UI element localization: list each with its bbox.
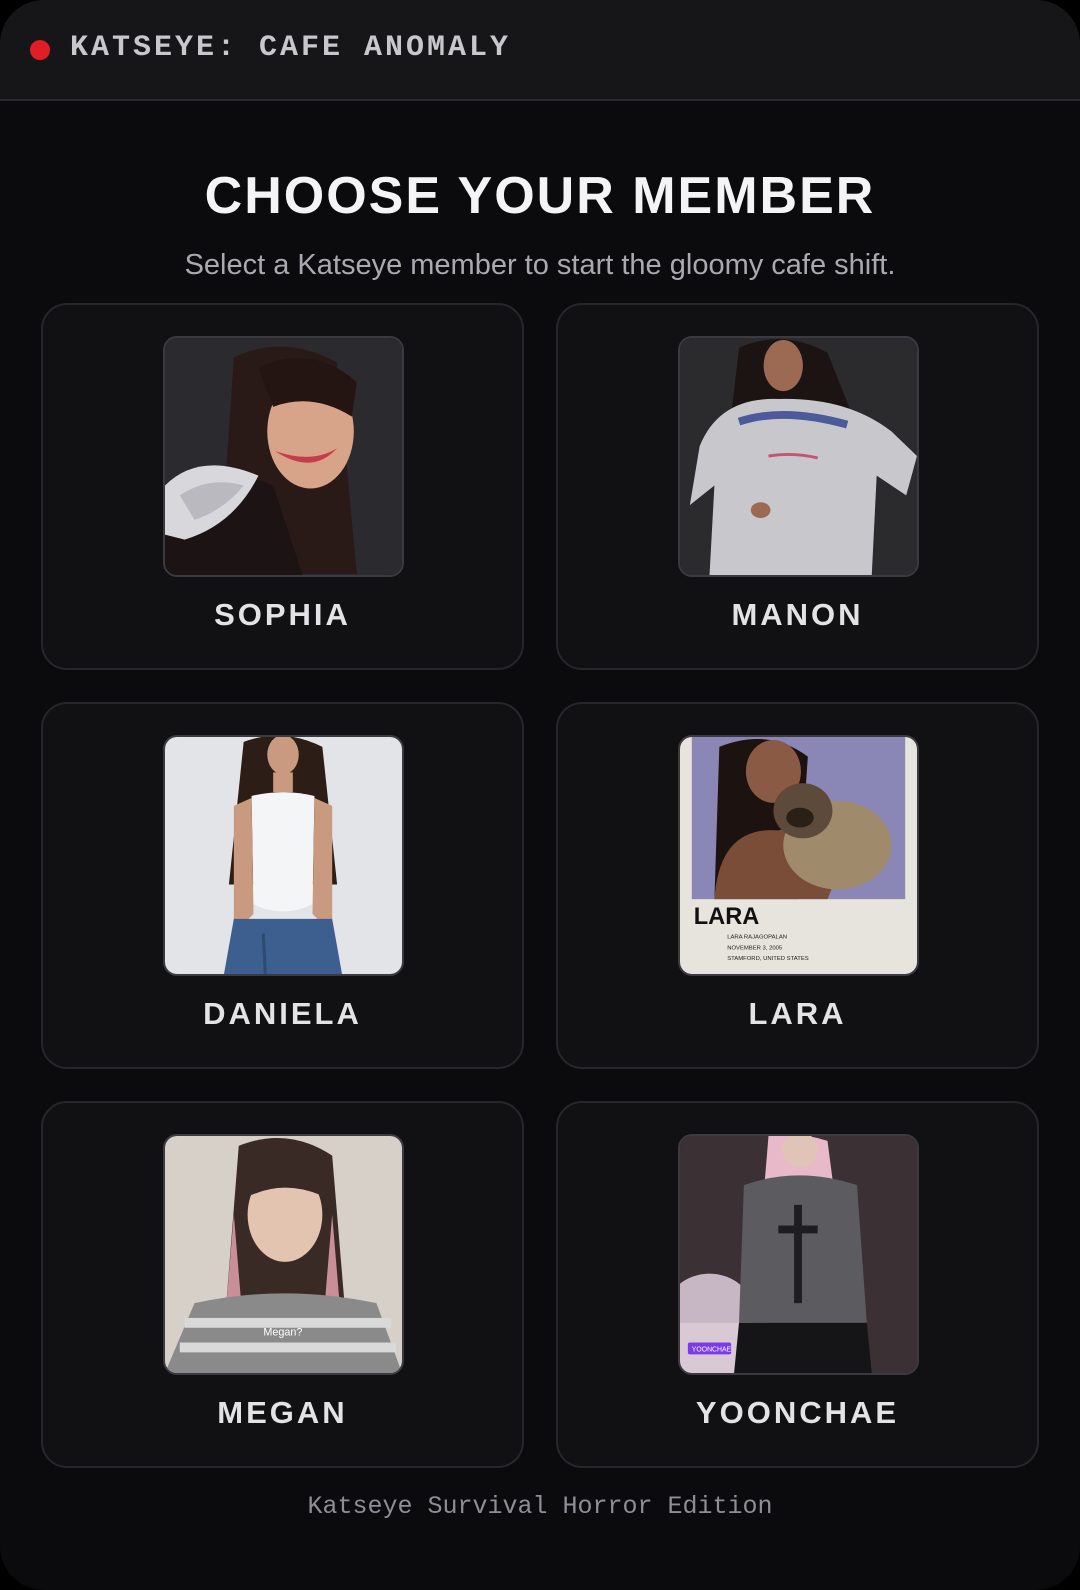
lara-card-line3: STAMFORD, UNITED STATES xyxy=(727,956,809,962)
page-subtitle: Select a Katseye member to start the glo… xyxy=(184,249,896,281)
member-name: LARA xyxy=(748,996,847,1031)
member-card-daniela[interactable]: DANIELA xyxy=(41,702,524,1069)
app-title: KATSEYE: CAFE ANOMALY xyxy=(70,31,512,65)
member-name: YOONCHAE xyxy=(695,1395,900,1430)
member-card-megan[interactable]: Megan? MEGAN xyxy=(41,1101,524,1468)
member-name: SOPHIA xyxy=(214,597,351,632)
footer-text: Katseye Survival Horror Edition xyxy=(307,1492,773,1521)
member-portrait: LARA LARA RAJAGOPALAN NOVEMBER 3, 2005 S… xyxy=(678,735,919,976)
member-portrait: YOONCHAE xyxy=(678,1134,919,1375)
title-bar: KATSEYE: CAFE ANOMALY xyxy=(0,0,1080,101)
member-portrait xyxy=(163,336,404,577)
member-name: MEGAN xyxy=(217,1395,348,1430)
member-portrait xyxy=(678,336,919,577)
member-portrait xyxy=(163,735,404,976)
page-title: CHOOSE YOUR MEMBER xyxy=(204,167,876,225)
member-card-yoonchae[interactable]: YOONCHAE YOONCHAE xyxy=(556,1101,1039,1468)
member-card-lara[interactable]: LARA LARA RAJAGOPALAN NOVEMBER 3, 2005 S… xyxy=(556,702,1039,1069)
yoonchae-photo-tag: YOONCHAE xyxy=(692,1346,732,1353)
megan-photo-caption: Megan? xyxy=(263,1327,302,1339)
lara-card-line1: LARA RAJAGOPALAN xyxy=(727,935,787,941)
lara-card-title: LARA xyxy=(694,904,760,930)
member-portrait: Megan? xyxy=(163,1134,404,1375)
member-name: MANON xyxy=(731,597,864,632)
lara-card-line2: NOVEMBER 3, 2005 xyxy=(727,945,783,951)
game-window: KATSEYE: CAFE ANOMALY CHOOSE YOUR MEMBER… xyxy=(0,0,1080,1590)
recording-dot-icon xyxy=(30,40,50,60)
member-card-manon[interactable]: MANON xyxy=(556,303,1039,670)
member-name: DANIELA xyxy=(203,996,362,1031)
member-card-sophia[interactable]: SOPHIA xyxy=(41,303,524,670)
